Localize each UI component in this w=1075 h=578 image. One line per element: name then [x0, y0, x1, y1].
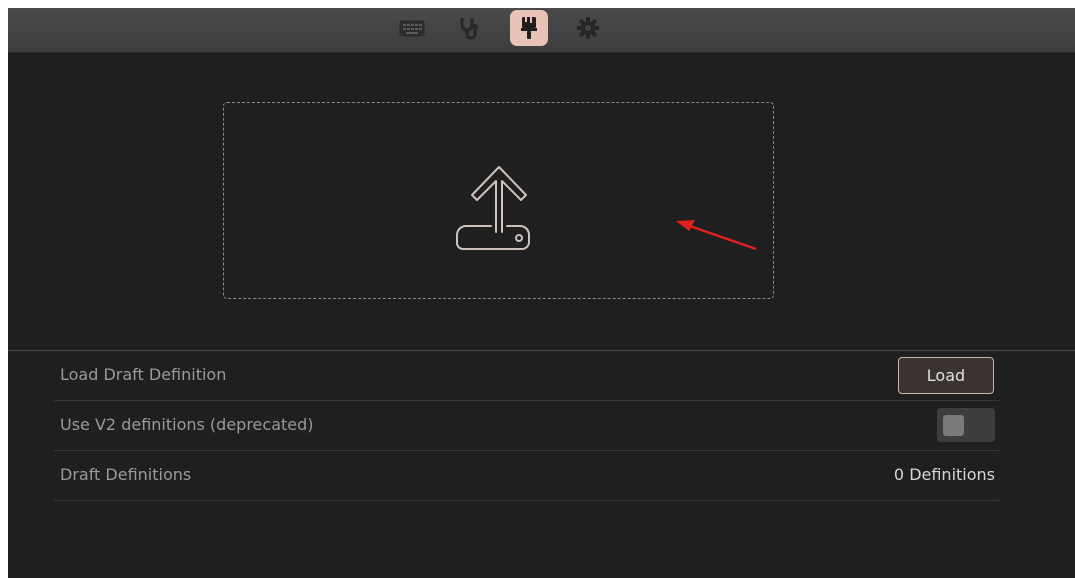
file-drop-zone[interactable]	[223, 102, 774, 299]
toolbar	[8, 8, 1075, 53]
annotation-arrow	[676, 220, 757, 251]
draft-definitions-count: 0 Definitions	[893, 465, 995, 484]
settings-row-draft-definitions: Draft Definitions 0 Definitions	[54, 451, 999, 501]
tab-customize[interactable]	[510, 10, 548, 46]
v2-definitions-toggle[interactable]	[937, 408, 995, 442]
load-button[interactable]: Load	[898, 357, 994, 394]
toggle-knob	[943, 415, 964, 436]
load-draft-label: Load Draft Definition	[60, 365, 227, 384]
draft-definitions-label: Draft Definitions	[60, 465, 192, 484]
settings-row-load-draft: Load Draft Definition Load	[54, 351, 999, 401]
settings-list: Load Draft Definition Load Use V2 defini…	[8, 350, 1075, 501]
paintbrush-icon	[521, 17, 537, 39]
tab-diagnostics[interactable]	[451, 10, 489, 46]
gear-icon	[577, 17, 599, 39]
tab-keyboard[interactable]	[393, 10, 431, 46]
keyboard-icon	[399, 20, 425, 37]
v2-definitions-label: Use V2 definitions (deprecated)	[60, 415, 314, 434]
app-window: Load Draft Definition Load Use V2 defini…	[8, 8, 1075, 578]
stethoscope-icon	[460, 18, 478, 40]
settings-row-v2-definitions: Use V2 definitions (deprecated)	[54, 401, 999, 451]
tab-settings[interactable]	[569, 10, 607, 46]
